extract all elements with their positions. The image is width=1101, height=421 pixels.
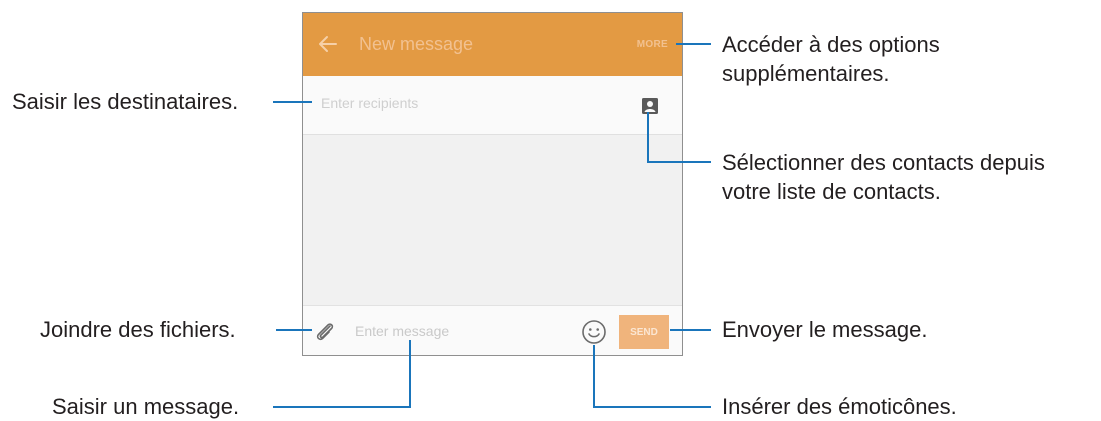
emoticons-label: Insérer des émoticônes. xyxy=(722,394,957,419)
attach-label: Joindre des fichiers. xyxy=(40,317,236,342)
message-label: Saisir un message. xyxy=(52,394,240,419)
message-callout-line xyxy=(273,340,411,408)
contacts-callout-line xyxy=(647,112,711,163)
emoticons-callout-line xyxy=(593,345,711,408)
send-label: Envoyer le message. xyxy=(722,317,928,342)
contacts-label: Sélectionner des contacts depuis votre l… xyxy=(722,150,1045,204)
recipients-label: Saisir les destinataires. xyxy=(12,89,239,114)
more-options-label: Accéder à des options supplémentaires. xyxy=(722,32,940,86)
